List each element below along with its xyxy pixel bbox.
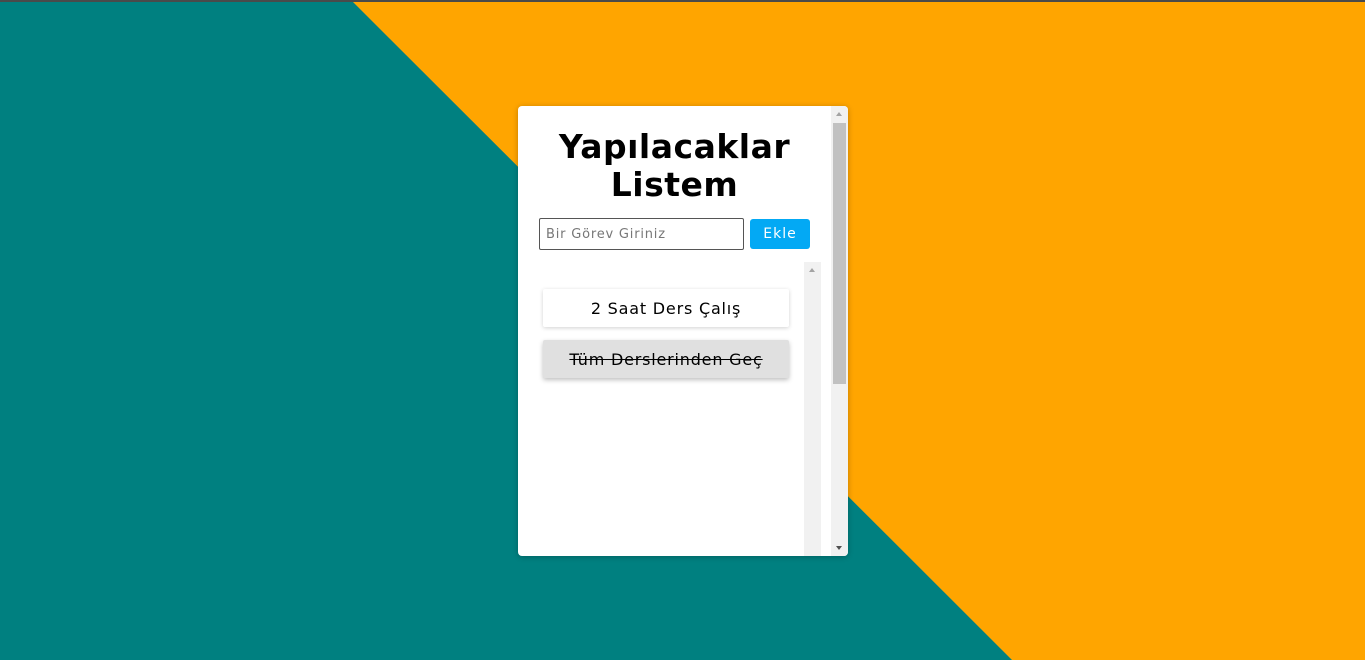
scroll-up-arrow-icon[interactable] [836, 112, 842, 116]
task-item[interactable]: 2 Saat Ders Çalış [543, 289, 789, 327]
task-list-scrollbar[interactable] [804, 262, 821, 556]
scroll-up-arrow-icon[interactable] [809, 268, 815, 272]
top-border-line [0, 0, 1365, 2]
scroll-down-arrow-icon[interactable] [836, 546, 842, 550]
task-item-done[interactable]: Tüm Derslerinden Geç [543, 340, 789, 378]
todo-card: Yapılacaklar Listem Ekle 2 Saat Ders Çal… [518, 106, 848, 556]
page-title: Yapılacaklar Listem [558, 127, 791, 204]
scrollbar-thumb[interactable] [833, 123, 846, 384]
task-input[interactable] [539, 218, 744, 250]
add-task-button[interactable]: Ekle [750, 219, 810, 249]
todo-card-content: Yapılacaklar Listem Ekle 2 Saat Ders Çal… [518, 106, 831, 556]
task-list: 2 Saat Ders Çalış Tüm Derslerinden Geç [539, 262, 821, 556]
card-scrollbar[interactable] [831, 106, 848, 556]
